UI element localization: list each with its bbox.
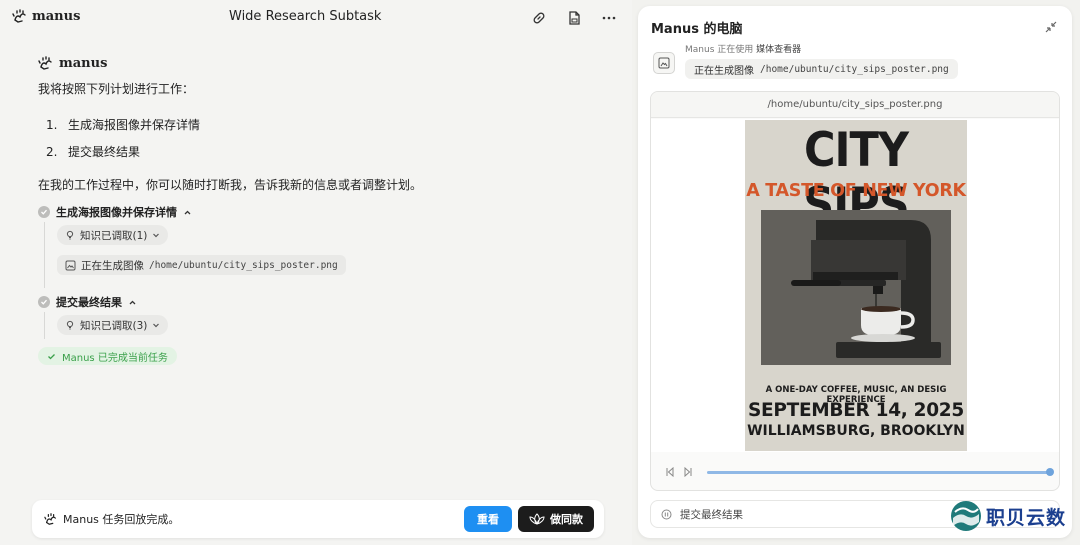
plan-item: 1. 生成海报图像并保存详情 [46,111,608,138]
manus-paw-icon [12,8,28,24]
lotus-icon [529,513,545,525]
replay-bar: Manus 任务回放完成。 重看 做同款 [32,500,604,538]
knowledge-label: 知识已调取(3) [80,319,148,332]
interrupt-note: 在我的工作过程中，你可以随时打断我，告诉我新的信息或者调整计划。 [38,178,423,192]
check-icon [38,296,50,308]
viewer-canvas: CITY SIPS A TASTE OF NEW YORK A ONE-DAY … [651,119,1059,452]
poster-image: CITY SIPS A TASTE OF NEW YORK A ONE-DAY … [745,120,967,451]
assistant-header: manus [38,55,608,71]
plan-item-number: 1. [46,117,58,132]
brand-name: manus [32,8,81,24]
step-title: 生成海报图像并保存详情 [56,206,177,219]
top-bar: manus Wide Research Subtask [0,0,632,34]
replay-progress-track[interactable] [707,467,1054,476]
task-pane: manus Wide Research Subtask manus 我将按照下列… [0,0,632,545]
pause-icon [661,509,672,520]
knowledge-chip[interactable]: 知识已调取(1) [57,225,169,245]
computer-panel: Manus 的电脑 Manus 正在使用 媒体查看器 正在生成图像 /home/… [638,6,1072,538]
media-viewer-icon [653,52,675,74]
replay-status-text: Manus 任务回放完成。 [63,513,180,526]
plan-item-number: 2. [46,144,58,159]
chevron-down-icon [152,321,160,329]
computer-panel-title: Manus 的电脑 [651,22,743,37]
step-1: 生成海报图像并保存详情 知识已调取(1) 正在生成图像 /home/ubuntu… [38,202,608,288]
tool-action-chip: 正在生成图像 /home/ubuntu/city_sips_poster.png [685,59,958,79]
check-icon [38,206,50,218]
file-icon[interactable] [565,9,582,26]
page-title: Wide Research Subtask [229,9,382,24]
replay-progress-thumb[interactable] [1046,467,1054,476]
poster-subtitle: A TASTE OF NEW YORK [746,181,966,201]
replay-status: Manus 任务回放完成。 [44,511,464,527]
step-body: 知识已调取(1) 正在生成图像 /home/ubuntu/city_sips_p… [44,222,608,288]
tool-call-path: /home/ubuntu/city_sips_poster.png [149,259,338,271]
skip-back-icon[interactable] [665,467,675,477]
step-header[interactable]: 生成海报图像并保存详情 [38,202,608,222]
image-generate-icon [65,260,76,271]
chat-thread: manus 我将按照下列计划进行工作： 1. 生成海报图像并保存详情 2. 提交… [38,55,608,365]
tool-action-label: 正在生成图像 [694,65,754,77]
tool-call-chip[interactable]: 正在生成图像 /home/ubuntu/city_sips_poster.png [57,255,346,275]
plan-list: 1. 生成海报图像并保存详情 2. 提交最终结果 [38,111,608,165]
skip-forward-icon[interactable] [683,467,693,477]
bulb-icon [65,320,75,330]
tool-usage-prefix: Manus 正在使用 [685,45,754,55]
task-complete-badge: Manus 已完成当前任务 [38,347,177,365]
tool-call-label: 正在生成图像 [81,259,144,272]
step-title: 提交最终结果 [56,296,122,309]
tool-usage-name: 媒体查看器 [756,45,802,55]
watermark: 职贝云数 [950,500,1066,532]
collapse-icon[interactable] [1044,20,1058,34]
replay-player [651,454,1059,490]
task-complete-label: Manus 已完成当前任务 [62,352,168,364]
step-body: 知识已调取(3) [44,312,608,339]
poster-date: SEPTEMBER 14, 2025 [748,400,964,421]
more-icon[interactable] [600,9,617,26]
bulb-icon [65,230,75,240]
manus-logo[interactable]: manus [12,8,80,24]
make-same-label: 做同款 [550,513,583,526]
espresso-machine-illustration [761,210,951,365]
tool-usage-line: Manus 正在使用 媒体查看器 [685,42,958,55]
knowledge-label: 知识已调取(1) [80,229,148,242]
knowledge-chip[interactable]: 知识已调取(3) [57,315,169,335]
chevron-up-icon[interactable] [128,298,137,307]
plan-item-text: 生成海报图像并保存详情 [68,118,201,132]
media-viewer: /home/ubuntu/city_sips_poster.png CITY S… [650,91,1060,491]
assistant-name: manus [59,55,108,71]
plan-item-text: 提交最终结果 [68,145,141,159]
chevron-up-icon[interactable] [183,208,192,217]
current-step-label: 提交最终结果 [680,508,743,521]
poster-location: WILLIAMSBURG, BROOKLYN [747,423,965,439]
chevron-down-icon [152,231,160,239]
watermark-logo-icon [950,500,982,532]
plan-item: 2. 提交最终结果 [46,138,608,165]
viewer-file-path: /home/ubuntu/city_sips_poster.png [651,92,1059,118]
plan-intro: 我将按照下列计划进行工作： [38,82,195,96]
manus-paw-icon [38,55,54,71]
link-icon[interactable] [530,9,547,26]
tool-action-path: /home/ubuntu/city_sips_poster.png [760,63,949,75]
step-header[interactable]: 提交最终结果 [38,292,608,312]
manus-paw-icon [44,512,58,526]
checkmark-icon [47,352,56,361]
replay-button[interactable]: 重看 [464,506,512,532]
step-2: 提交最终结果 知识已调取(3) [38,292,608,339]
watermark-text: 职贝云数 [986,506,1067,529]
make-same-button[interactable]: 做同款 [518,506,594,532]
tool-status: Manus 正在使用 媒体查看器 正在生成图像 /home/ubuntu/cit… [653,42,958,79]
